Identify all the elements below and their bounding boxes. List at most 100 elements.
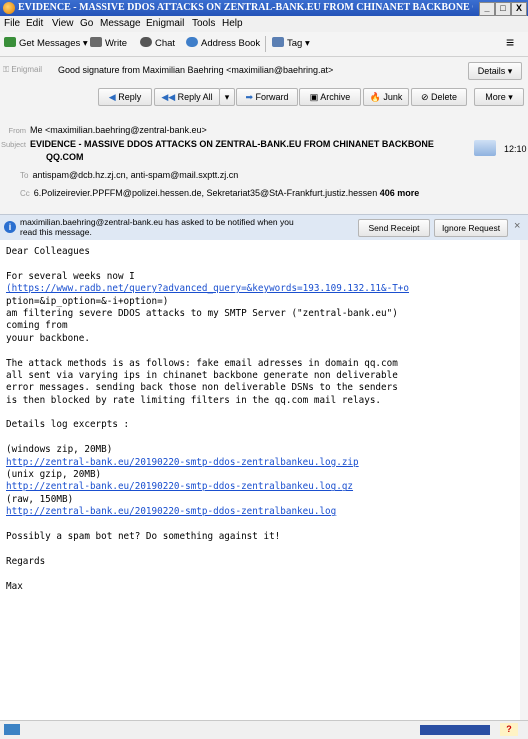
body-link[interactable]: http://zentral-bank.eu/20190220-smtp-ddo… [6, 506, 336, 517]
subject-line-1: EVIDENCE - MASSIVE DDOS ATTACKS ON ZENTR… [30, 139, 434, 149]
body-text: Dear Colleagues [6, 246, 90, 257]
signature-question-icon[interactable] [474, 140, 496, 156]
enigmail-label: ⚿ Enigmail [3, 65, 42, 74]
menu-go[interactable]: Go [80, 18, 93, 29]
menu-edit[interactable]: Edit [26, 18, 43, 29]
from-label: From [8, 126, 27, 135]
body-text: Max [6, 580, 23, 592]
body-line: Details log excerpts : [6, 419, 526, 431]
cc-row: Cc 6.Polizeirevier.PPFFM@polizei.hessen.d… [20, 188, 525, 198]
menu-view[interactable]: View [52, 18, 74, 29]
signature-status: Good signature from Maximilian Baehring … [58, 65, 334, 75]
notification-text: maximilian.baehring@zentral-bank.eu has … [20, 217, 294, 237]
body-line [6, 407, 526, 419]
from-row: From Me <maximilian.baehring@zentral-bank… [0, 125, 207, 135]
close-window-button[interactable]: X [511, 2, 527, 16]
body-line: Max [6, 581, 526, 593]
body-text: Possibly a spam bot net? Do something ag… [6, 530, 281, 542]
menu-file[interactable]: File [4, 18, 20, 29]
title-bar: EVIDENCE - MASSIVE DDOS ATTACKS ON ZENTR… [0, 0, 528, 16]
pencil-icon [90, 37, 102, 47]
delete-button[interactable]: ⊘ Delete [411, 88, 467, 106]
tag-icon [272, 37, 284, 47]
message-time: 12:10 [504, 144, 527, 154]
body-line [6, 432, 526, 444]
details-button[interactable]: Details ▾ [468, 62, 522, 80]
main-toolbar: Get Messages ▾ Write Chat Address Book T… [0, 32, 528, 57]
body-text: am filtering severe DDOS attacks to my S… [6, 307, 398, 319]
ignore-request-button[interactable]: Ignore Request [434, 219, 508, 237]
body-line: http://zentral-bank.eu/20190220-smtp-ddo… [6, 481, 526, 493]
thunderbird-icon [3, 2, 15, 14]
delete-icon: ⊘ [420, 92, 432, 102]
menu-tools[interactable]: Tools [192, 18, 215, 29]
body-line [6, 345, 526, 357]
minimize-button[interactable]: _ [479, 2, 495, 16]
reply-all-dropdown[interactable]: ▾ [219, 88, 235, 106]
toolbar-divider [265, 36, 266, 52]
body-line: am filtering severe DDOS attacks to my S… [6, 308, 526, 320]
from-value[interactable]: Me <maximilian.baehring@zentral-bank.eu> [30, 125, 207, 135]
body-line: Regards [6, 556, 526, 568]
cc-more-link[interactable]: 406 more [380, 188, 420, 198]
body-text: error messages. sending back those non d… [6, 382, 398, 394]
body-text: (unix gzip, 20MB) [6, 469, 102, 481]
subject-label: Subject [0, 140, 26, 149]
cc-value[interactable]: 6.Polizeirevier.PPFFM@polizei.hessen.de,… [34, 188, 377, 198]
more-button[interactable]: More ▾ [474, 88, 524, 106]
maximize-button[interactable]: □ [495, 2, 511, 16]
body-link[interactable]: http://zentral-bank.eu/20190220-smtp-ddo… [6, 481, 353, 492]
reply-all-button[interactable]: ◀◀ Reply All [154, 88, 220, 106]
chat-icon [140, 37, 152, 47]
body-scrollbar[interactable] [520, 240, 528, 720]
body-line [6, 568, 526, 580]
body-text: youur backbone. [6, 332, 90, 344]
reply-button[interactable]: ◀ Reply [98, 88, 152, 106]
body-line: coming from [6, 320, 526, 332]
body-link[interactable]: http://zentral-bank.eu/20190220-smtp-ddo… [6, 457, 359, 468]
write-button[interactable]: Write [90, 37, 127, 49]
menu-enigmail[interactable]: Enigmail [146, 18, 184, 29]
body-text: is then blocked by rate limiting filters… [6, 394, 382, 406]
body-link[interactable]: (https://www.radb.net/query?advanced_que… [6, 283, 409, 294]
tag-button[interactable]: Tag ▾ [272, 37, 310, 49]
body-line: error messages. sending back those non d… [6, 382, 526, 394]
to-value[interactable]: antispam@dcb.hz.zj.cn, anti-spam@mail.sx… [32, 170, 238, 180]
body-line: Possibly a spam bot net? Do something ag… [6, 531, 526, 543]
archive-button[interactable]: ▣ Archive [299, 88, 361, 106]
message-header-pane: ⚿ Enigmail Good signature from Maximilia… [0, 57, 528, 240]
get-messages-button[interactable]: Get Messages ▾ [4, 37, 88, 49]
body-line [6, 543, 526, 555]
activity-icon [4, 724, 20, 735]
cc-label: Cc [20, 189, 30, 198]
address-book-button[interactable]: Address Book [186, 37, 260, 49]
body-text: (raw, 150MB) [6, 493, 74, 505]
menu-help[interactable]: Help [222, 18, 243, 29]
body-line: http://zentral-bank.eu/20190220-smtp-ddo… [6, 457, 526, 469]
subject-row: Subject EVIDENCE - MASSIVE DDOS ATTACKS O… [0, 139, 434, 149]
reply-icon: ◀ [108, 92, 119, 102]
download-icon [4, 37, 16, 47]
junk-icon: 🔥 [369, 92, 384, 102]
reply-all-icon: ◀◀ [161, 92, 178, 102]
body-line: The attack methods is as follows: fake e… [6, 358, 526, 370]
menu-message[interactable]: Message [100, 18, 141, 29]
info-icon: i [4, 221, 16, 233]
archive-icon: ▣ [309, 92, 321, 102]
junk-button[interactable]: 🔥 Junk [363, 88, 409, 106]
body-text: coming from [6, 320, 68, 332]
send-receipt-button[interactable]: Send Receipt [358, 219, 430, 237]
close-notification-icon[interactable]: × [514, 220, 520, 232]
chevron-down-icon: ▾ [224, 92, 230, 102]
chat-button[interactable]: Chat [140, 37, 175, 49]
body-line: (https://www.radb.net/query?advanced_que… [6, 283, 526, 295]
forward-button[interactable]: ➡ Forward [236, 88, 298, 106]
body-line: http://zentral-bank.eu/20190220-smtp-ddo… [6, 506, 526, 518]
app-menu-icon[interactable]: ≡ [506, 34, 514, 50]
body-line: (raw, 150MB) [6, 494, 526, 506]
tag-label: Tag [287, 38, 303, 49]
body-line: (unix gzip, 20MB) [6, 469, 526, 481]
body-line: is then blocked by rate limiting filters… [6, 395, 526, 407]
body-line [6, 519, 526, 531]
status-warning-icon[interactable]: ? [500, 723, 518, 736]
